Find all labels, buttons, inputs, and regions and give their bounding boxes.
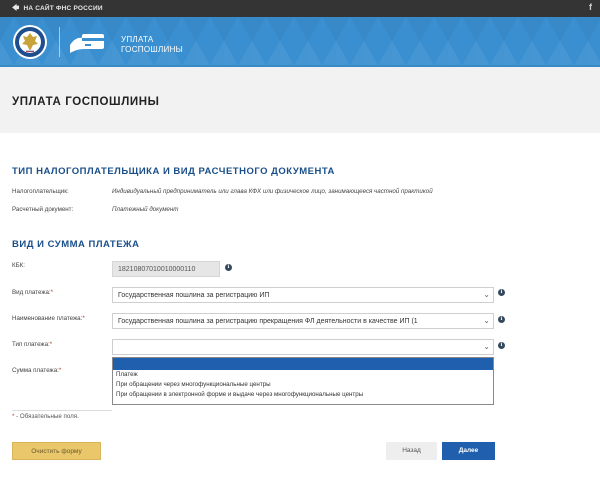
back-button[interactable]: Назад — [386, 442, 437, 460]
divider — [12, 410, 112, 411]
required-mark: * — [82, 315, 85, 322]
payment-name-select[interactable]: Государственная пошлина за регистрацию п… — [112, 313, 494, 329]
chevron-down-icon: ⌄ — [483, 316, 490, 325]
kbk-field: 18210807010010000110 — [112, 261, 220, 277]
fns-emblem-icon[interactable] — [12, 24, 48, 60]
arrow-left-icon: 🡄 — [12, 5, 20, 12]
amount-label: Сумма платежа:* — [12, 367, 61, 374]
page-title: УПЛАТА ГОСПОШЛИНЫ — [12, 96, 160, 108]
top-bar: 🡄 НА САЙТ ФНС РОССИИ f — [0, 0, 600, 17]
payment-type-label-text: Тип платежа: — [12, 341, 50, 348]
dropdown-option-electronic-mfc[interactable]: При обращении в электронной форме и выда… — [113, 390, 493, 400]
chevron-down-icon: ⌄ — [483, 290, 490, 299]
required-fields-note: * - Обязательные поля. — [12, 413, 79, 420]
required-note-text: - Обязательные поля. — [14, 413, 79, 420]
taxpayer-value: Индивидуальный предприниматель или глава… — [112, 188, 433, 195]
back-to-fns-link[interactable]: 🡄 НА САЙТ ФНС РОССИИ — [12, 4, 103, 15]
chevron-down-icon: ⌄ — [483, 342, 490, 351]
kbk-label: КБК: — [12, 262, 25, 269]
facebook-icon[interactable]: f — [589, 2, 592, 12]
required-mark: * — [50, 289, 54, 296]
service-title-line1: УПЛАТА — [121, 35, 154, 44]
document-value: Платежный документ — [112, 206, 179, 213]
payment-kind-label-text: Вид платежа: — [12, 289, 51, 296]
page-header: УПЛАТА ГОСПОШЛИНЫ — [0, 67, 600, 133]
dropdown-option-empty[interactable] — [113, 358, 493, 370]
payment-name-value: Государственная пошлина за регистрацию п… — [118, 318, 418, 325]
required-mark: * — [49, 341, 53, 348]
header-banner: УПЛАТА ГОСПОШЛИНЫ — [0, 17, 600, 67]
clear-form-button[interactable]: Очистить форму — [12, 442, 101, 460]
payment-kind-label: Вид платежа:* — [12, 289, 53, 296]
payment-name-label: Наименование платежа:* — [12, 315, 85, 322]
dropdown-option-payment[interactable]: Платеж — [113, 370, 493, 380]
service-title-line2: ГОСПОШЛИНЫ — [121, 45, 184, 54]
payment-name-info-icon[interactable]: i — [498, 316, 505, 323]
taxpayer-label: Налогоплательщик: — [12, 188, 69, 195]
required-mark: * — [58, 367, 62, 374]
payment-kind-info-icon[interactable]: i — [498, 289, 505, 296]
payment-name-label-text: Наименование платежа: — [12, 315, 83, 322]
payment-card-icon — [70, 34, 104, 53]
payment-type-label: Тип платежа:* — [12, 341, 52, 348]
document-label: Расчетный документ: — [12, 206, 74, 213]
payment-kind-select[interactable]: Государственная пошлина за регистрацию И… — [112, 287, 494, 303]
payment-type-dropdown[interactable]: Платеж При обращении через многофункцион… — [112, 357, 494, 405]
next-button[interactable]: Далее — [442, 442, 495, 460]
service-title: УПЛАТА ГОСПОШЛИНЫ — [121, 35, 183, 55]
payment-kind-value: Государственная пошлина за регистрацию И… — [118, 292, 270, 299]
kbk-info-icon[interactable]: i — [225, 264, 232, 271]
amount-label-text: Сумма платежа: — [12, 367, 59, 374]
section-taxpayer-title: ТИП НАЛОГОПЛАТЕЛЬЩИКА И ВИД РАСЧЕТНОГО Д… — [12, 166, 335, 177]
dropdown-option-mfc[interactable]: При обращении через многофункциональные … — [113, 380, 493, 390]
header-separator — [59, 27, 60, 57]
section-payment-title: ВИД И СУММА ПЛАТЕЖА — [12, 239, 140, 250]
payment-type-info-icon[interactable]: i — [498, 342, 505, 349]
back-to-fns-label: НА САЙТ ФНС РОССИИ — [23, 5, 103, 12]
payment-type-select[interactable]: ⌄ — [112, 339, 494, 355]
